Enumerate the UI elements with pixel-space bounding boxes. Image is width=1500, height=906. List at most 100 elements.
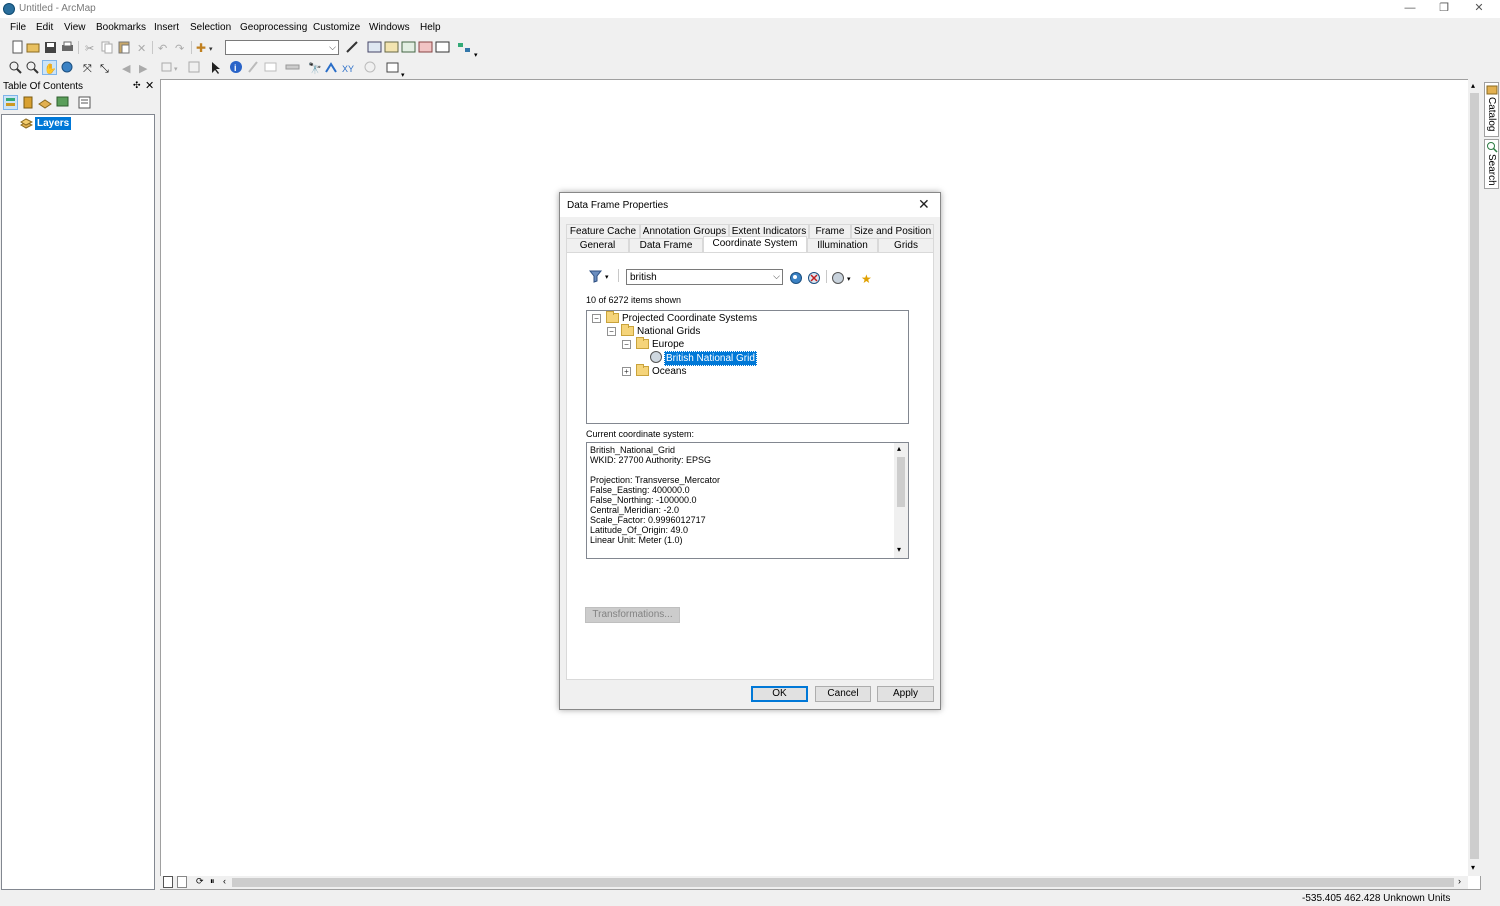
toc-close-icon[interactable]: ✕: [145, 79, 154, 92]
pause-drawing-icon[interactable]: ⏸: [210, 876, 215, 887]
clear-selection-icon[interactable]: [187, 60, 202, 75]
menu-windows[interactable]: Windows: [369, 22, 410, 33]
collapse-icon[interactable]: −: [592, 314, 601, 323]
refresh-icon[interactable]: ⟳: [196, 876, 204, 887]
new-document-icon[interactable]: [10, 40, 25, 55]
data-view-icon[interactable]: [163, 876, 173, 888]
editor-toolbar-icon[interactable]: [345, 40, 360, 55]
menu-customize[interactable]: Customize: [313, 22, 360, 33]
expand-icon[interactable]: +: [622, 367, 631, 376]
minimize-button[interactable]: —: [1392, 0, 1428, 18]
tab-frame[interactable]: Frame: [809, 224, 851, 238]
redo-icon[interactable]: ↷: [173, 40, 188, 55]
scroll-thumb[interactable]: [1470, 93, 1479, 859]
clear-search-icon[interactable]: [807, 271, 822, 286]
close-window-button[interactable]: ✕: [1461, 0, 1497, 18]
menu-file[interactable]: File: [10, 22, 26, 33]
menu-insert[interactable]: Insert: [154, 22, 179, 33]
search-window-icon[interactable]: [401, 40, 416, 55]
fixed-zoom-out-icon[interactable]: ⤡: [99, 60, 114, 75]
menu-bookmarks[interactable]: Bookmarks: [96, 22, 146, 33]
pan-icon[interactable]: ✋: [42, 60, 57, 75]
save-icon[interactable]: [43, 40, 58, 55]
cut-icon[interactable]: ✂: [83, 40, 98, 55]
collapse-icon[interactable]: −: [622, 340, 631, 349]
undo-icon[interactable]: ↶: [156, 40, 171, 55]
full-extent-icon[interactable]: [60, 60, 75, 75]
go-to-xy-icon[interactable]: XY: [341, 60, 356, 75]
zoom-in-icon[interactable]: [8, 60, 23, 75]
toc-window-icon[interactable]: [367, 40, 382, 55]
details-scrollbar[interactable]: ▴ ▾: [894, 443, 908, 558]
list-by-source-icon[interactable]: [21, 95, 36, 110]
ok-button[interactable]: OK: [751, 686, 808, 702]
filter-icon[interactable]: ▾: [588, 269, 615, 284]
cancel-button[interactable]: Cancel: [815, 686, 871, 702]
add-coordinate-system-icon[interactable]: ▾: [832, 271, 856, 286]
list-by-visibility-icon[interactable]: [38, 95, 53, 110]
details-scroll-thumb[interactable]: [897, 457, 905, 507]
select-elements-icon[interactable]: [208, 60, 223, 75]
arctoolbox-icon[interactable]: [418, 40, 433, 55]
menu-selection[interactable]: Selection: [190, 22, 231, 33]
tab-grids[interactable]: Grids: [878, 238, 934, 252]
toc-options-icon[interactable]: [77, 95, 92, 110]
layers-label[interactable]: Layers: [35, 117, 72, 130]
back-extent-icon[interactable]: ◀: [121, 60, 136, 75]
apply-button[interactable]: Apply: [877, 686, 934, 702]
catalog-window-icon[interactable]: [384, 40, 399, 55]
html-popup-icon[interactable]: [263, 60, 278, 75]
map-vertical-scrollbar[interactable]: ▴ ▾: [1468, 79, 1481, 876]
layout-view-icon[interactable]: [177, 876, 187, 888]
search-dock-tab[interactable]: Search: [1484, 139, 1499, 189]
paste-icon[interactable]: [117, 40, 132, 55]
delete-icon[interactable]: ✕: [134, 40, 149, 55]
list-by-drawing-order-icon[interactable]: [3, 95, 18, 110]
time-slider-icon[interactable]: [363, 60, 378, 75]
menu-help[interactable]: Help: [420, 22, 441, 33]
fixed-zoom-in-icon[interactable]: ⤧: [82, 60, 97, 75]
tab-general[interactable]: General: [566, 238, 629, 252]
select-features-icon[interactable]: ▾: [160, 60, 182, 75]
catalog-dock-tab[interactable]: Catalog: [1484, 82, 1499, 137]
hyperlink-icon[interactable]: [246, 60, 261, 75]
search-icon[interactable]: [789, 271, 804, 286]
find-icon[interactable]: 🔭: [307, 60, 322, 75]
coordinate-search-combo[interactable]: british ⌵: [626, 269, 783, 285]
modelbuilder-icon[interactable]: ▾: [457, 40, 481, 59]
measure-icon[interactable]: [285, 60, 300, 75]
list-by-selection-icon[interactable]: [55, 95, 70, 110]
print-icon[interactable]: [60, 40, 75, 55]
add-to-favorites-icon[interactable]: ★: [860, 271, 875, 286]
find-route-icon[interactable]: [324, 60, 339, 75]
scroll-up-icon[interactable]: ▴: [1471, 81, 1475, 90]
transformations-button[interactable]: Transformations...: [585, 607, 680, 623]
menu-edit[interactable]: Edit: [36, 22, 53, 33]
tab-illumination[interactable]: Illumination: [807, 238, 878, 252]
zoom-out-icon[interactable]: [25, 60, 40, 75]
forward-extent-icon[interactable]: ▶: [138, 60, 153, 75]
menu-view[interactable]: View: [64, 22, 86, 33]
collapse-icon[interactable]: −: [607, 327, 616, 336]
restore-button[interactable]: ❐: [1426, 0, 1462, 18]
menu-geoprocessing[interactable]: Geoprocessing: [240, 22, 307, 33]
map-scale-combo[interactable]: ⌵: [225, 40, 339, 55]
open-folder-icon[interactable]: [26, 40, 41, 55]
tab-coordinate-system[interactable]: Coordinate System: [703, 236, 807, 252]
scroll-left-icon[interactable]: ‹: [223, 876, 226, 886]
tab-size-and-position[interactable]: Size and Position: [851, 224, 934, 238]
add-data-icon[interactable]: ✚ ▾: [195, 40, 217, 55]
scroll-up-icon[interactable]: ▴: [897, 444, 901, 453]
current-coordinate-system-details[interactable]: British_National_Grid WKID: 27700 Author…: [586, 442, 909, 559]
viewer-window-icon[interactable]: ▾: [385, 60, 411, 79]
scroll-down-icon[interactable]: ▾: [1471, 863, 1475, 872]
python-window-icon[interactable]: [435, 40, 450, 55]
dialog-close-icon[interactable]: ✕: [918, 196, 930, 213]
scroll-down-icon[interactable]: ▾: [897, 545, 901, 554]
scroll-right-icon[interactable]: ›: [1458, 876, 1461, 886]
copy-icon[interactable]: [100, 40, 115, 55]
identify-icon[interactable]: i: [229, 60, 244, 75]
pin-icon[interactable]: ✣: [133, 80, 141, 91]
tab-data-frame[interactable]: Data Frame: [629, 238, 703, 252]
horizontal-scroll-thumb[interactable]: [232, 878, 1454, 887]
